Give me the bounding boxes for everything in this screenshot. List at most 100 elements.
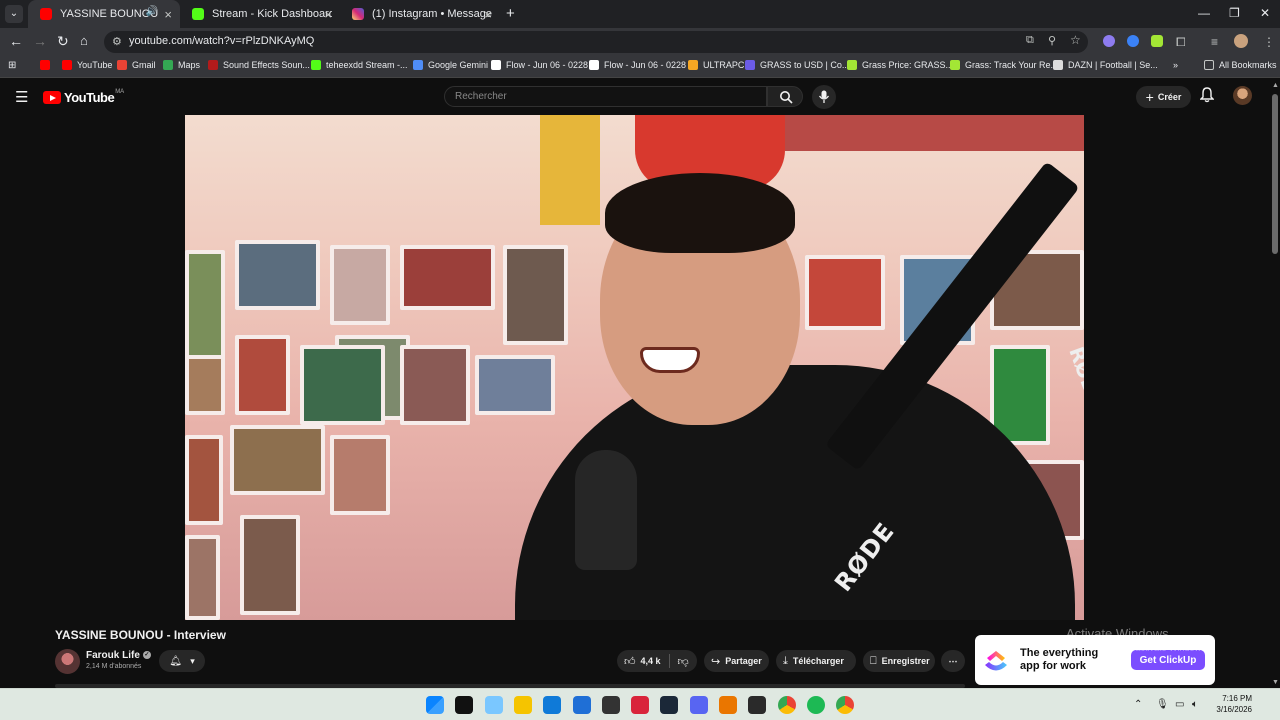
bookmark-item[interactable]: Maps — [163, 60, 200, 70]
tab-search-button[interactable]: ⌄ — [5, 5, 23, 23]
browser-menu-icon[interactable]: ⋮ — [1263, 35, 1275, 49]
bookmark-item[interactable]: teheexdd Stream -... — [311, 60, 408, 70]
restore-icon[interactable]: ❐ — [1229, 6, 1240, 20]
apps-grid-icon[interactable]: ⊞ — [8, 60, 16, 71]
download-button[interactable]: ⤓ Télécharger — [776, 650, 856, 672]
back-icon[interactable]: ← — [9, 33, 23, 49]
obs-icon[interactable] — [601, 696, 620, 714]
home-icon[interactable]: ⌂ — [80, 33, 88, 48]
save-button[interactable]: ⎕ Enregistrer — [863, 650, 935, 672]
discord-icon[interactable] — [689, 696, 708, 714]
channel-name[interactable]: Farouk Life ✓ — [86, 650, 151, 661]
create-button[interactable]: + Créer — [1136, 86, 1191, 108]
epic-games-icon[interactable] — [748, 696, 767, 714]
scroll-up-arrow-icon[interactable]: ▲ — [1272, 82, 1279, 89]
microphone-icon — [818, 90, 830, 103]
tab-instagram[interactable]: (1) Instagram • Messages × — [340, 0, 500, 28]
minimize-icon[interactable]: — — [1198, 6, 1210, 20]
youtube-wordmark: YouTube — [64, 90, 115, 105]
bookmark-item[interactable] — [40, 60, 55, 70]
bookmarks-overflow-icon[interactable]: » — [1173, 60, 1178, 70]
bookmark-item[interactable]: Flow - Jun 06 - 0228 — [491, 60, 588, 70]
ad-cta-button[interactable]: Get ClickUp — [1131, 650, 1205, 670]
tray-overflow-icon[interactable]: ⌃ — [1134, 699, 1142, 710]
channel-avatar[interactable] — [55, 649, 80, 674]
search-box[interactable] — [444, 86, 767, 107]
hamburger-menu-icon[interactable]: ☰ — [15, 88, 28, 106]
voice-search-button[interactable] — [812, 85, 836, 109]
share-button[interactable]: ↪ Partager — [704, 650, 769, 672]
tray-mic-icon[interactable]: 🎙︎ — [1156, 699, 1169, 710]
create-label: Créer — [1157, 92, 1182, 102]
system-clock[interactable]: 7:16 PM 3/16/2026 — [1212, 693, 1252, 715]
close-tab-icon[interactable]: × — [484, 7, 492, 22]
bookmark-star-icon[interactable]: ☆ — [1070, 33, 1081, 47]
bookmark-label: Flow - Jun 06 - 0228 — [506, 60, 589, 70]
chrome-icon[interactable] — [777, 696, 796, 714]
more-actions-button[interactable]: ⋯ — [941, 650, 965, 672]
tray-network-icon[interactable]: ▭ — [1175, 699, 1184, 710]
reload-icon[interactable]: ↻ — [57, 33, 69, 50]
bookmark-item[interactable]: Gmail — [117, 60, 156, 70]
close-tab-icon[interactable]: × — [324, 7, 332, 22]
speaker-icon[interactable]: 🔊 — [146, 6, 158, 17]
youtube-logo[interactable]: YouTube MA — [43, 88, 125, 105]
tray-volume-icon[interactable]: 🔈︎ — [1192, 699, 1198, 710]
all-bookmarks[interactable]: All Bookmarks — [1204, 60, 1277, 70]
thumbs-up-icon[interactable]: 👍︎ — [624, 655, 636, 668]
windows-taskbar: ⌃ 🎙︎ ▭ 🔈︎ 7:16 PM 3/16/2026 — [0, 688, 1280, 720]
region-code: MA — [115, 88, 125, 95]
like-count[interactable]: 4,4 k — [641, 656, 661, 666]
edge-icon[interactable] — [543, 696, 562, 714]
forward-icon[interactable]: → — [33, 33, 47, 49]
windows-start-icon[interactable] — [426, 696, 444, 714]
site-info-icon[interactable]: ⚙ — [112, 35, 124, 48]
tab-kick-dashboard[interactable]: Stream - Kick Dashboard × — [180, 0, 340, 28]
subscription-bell-button[interactable]: 🔔︎ ▾ — [159, 650, 205, 672]
tab-youtube[interactable]: YASSINE BOUNOU - Interview 🔊 × — [28, 0, 180, 28]
extension-icon[interactable] — [1151, 35, 1163, 47]
chrome-active-icon[interactable] — [836, 696, 855, 714]
install-app-icon[interactable]: ⧉ — [1026, 34, 1034, 47]
wall-photo — [503, 245, 568, 345]
bookmark-item[interactable]: Flow - Jun 06 - 0228 — [589, 60, 686, 70]
reading-list-icon[interactable]: ≡ — [1211, 35, 1218, 49]
window-close-icon[interactable]: ✕ — [1260, 6, 1270, 20]
steam-icon[interactable] — [660, 696, 679, 714]
file-explorer-icon[interactable] — [513, 696, 532, 714]
bookmark-item[interactable]: YouTube — [62, 60, 112, 70]
extensions-puzzle-icon[interactable]: ⧠ — [1176, 35, 1186, 50]
search-button[interactable] — [767, 86, 803, 107]
video-player[interactable]: RØDE RØDE — [185, 115, 1084, 620]
account-avatar[interactable] — [1233, 86, 1252, 105]
store-icon[interactable] — [572, 696, 591, 714]
extension-icon[interactable] — [1103, 35, 1115, 47]
wall-photo — [400, 245, 495, 310]
notifications-bell-icon[interactable] — [1199, 87, 1215, 108]
bookmark-item[interactable]: Google Gemini — [413, 60, 488, 70]
scroll-down-arrow-icon[interactable]: ▼ — [1272, 679, 1279, 686]
bookmark-item[interactable]: Grass: Track Your Re... — [950, 60, 1058, 70]
bookmark-item[interactable]: ULTRAPC — [688, 60, 744, 70]
search-input[interactable] — [455, 91, 755, 102]
page-scrollbar[interactable]: ▲ ▼ — [1270, 80, 1280, 688]
copilot-icon[interactable] — [484, 696, 503, 714]
bookmark-favicon-icon — [208, 60, 218, 70]
new-tab-button[interactable]: + — [506, 5, 515, 22]
extension-icon[interactable] — [1127, 35, 1139, 47]
bookmark-item[interactable]: Sound Effects Soun... — [208, 60, 310, 70]
profile-avatar[interactable] — [1234, 34, 1248, 48]
zoom-icon[interactable]: ⚲ — [1048, 34, 1056, 47]
bookmark-label: Maps — [178, 60, 201, 70]
address-bar[interactable]: ⚙ youtube.com/watch?v=rPlzDNKAyMQ ⧉ ⚲ ☆ — [104, 31, 1088, 53]
blender-icon[interactable] — [719, 696, 737, 714]
close-tab-icon[interactable]: × — [164, 7, 172, 22]
bookmark-item[interactable]: DAZN | Football | Se... — [1053, 60, 1158, 70]
bookmark-item[interactable]: Grass Price: GRASS... — [847, 60, 953, 70]
scroll-thumb[interactable] — [1272, 94, 1278, 254]
bookmark-item[interactable]: GRASS to USD | Co... — [745, 60, 849, 70]
app-red-icon[interactable] — [631, 696, 650, 714]
pen-app-icon[interactable] — [455, 696, 474, 714]
spotify-icon[interactable] — [806, 696, 825, 714]
thumbs-down-icon[interactable]: 👎︎ — [678, 655, 689, 668]
